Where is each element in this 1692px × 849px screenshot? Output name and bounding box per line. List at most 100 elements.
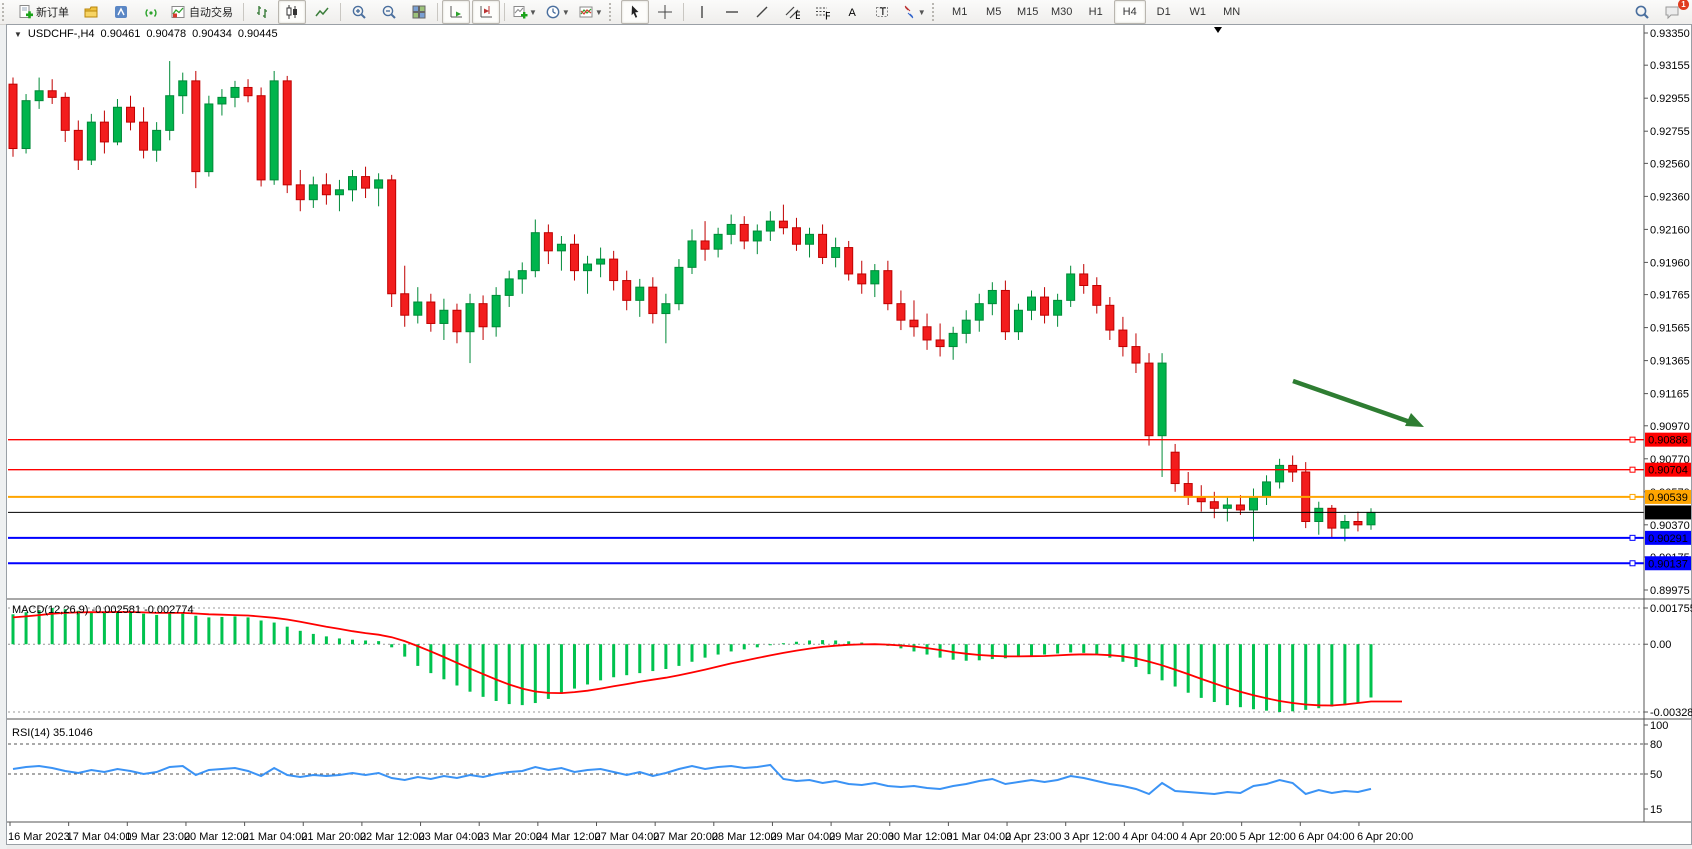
horizontal-line-icon: [724, 4, 740, 20]
svg-text:4 Apr 04:00: 4 Apr 04:00: [1122, 831, 1178, 843]
svg-text:6 Apr 20:00: 6 Apr 20:00: [1357, 831, 1413, 843]
equidistant-channel-button[interactable]: E: [778, 0, 806, 24]
new-order-icon: [17, 4, 33, 20]
svg-text:4 Apr 20:00: 4 Apr 20:00: [1181, 831, 1237, 843]
svg-text:30 Mar 12:00: 30 Mar 12:00: [888, 831, 953, 843]
trendline-icon: [754, 4, 770, 20]
svg-text:0.92755: 0.92755: [1650, 126, 1690, 138]
svg-text:T: T: [879, 6, 886, 18]
svg-text:27 Mar 20:00: 27 Mar 20:00: [653, 831, 718, 843]
templates-button[interactable]: ▼: [575, 0, 606, 24]
svg-text:0.90970: 0.90970: [1650, 421, 1690, 433]
autotrading-button[interactable]: 自动交易: [167, 0, 239, 24]
svg-text:3 Apr 12:00: 3 Apr 12:00: [1064, 831, 1120, 843]
profiles-icon: [83, 4, 99, 20]
profiles-button[interactable]: [77, 0, 105, 24]
main-toolbar: 新订单 自动交易 ▼ ▼: [0, 0, 1692, 25]
svg-text:23 Mar 04:00: 23 Mar 04:00: [419, 831, 484, 843]
svg-text:6 Apr 04:00: 6 Apr 04:00: [1298, 831, 1354, 843]
autotrading-icon: [170, 4, 186, 20]
svg-text:5 Apr 12:00: 5 Apr 12:00: [1240, 831, 1296, 843]
arrows-button[interactable]: ▼: [898, 0, 929, 24]
svg-text:F: F: [825, 11, 830, 21]
timeframe-group: M1M5M15M30H1H4D1W1MN: [943, 0, 1249, 24]
price-chart[interactable]: 0.933500.931550.929550.927550.925600.923…: [0, 24, 1692, 849]
zoom-in-button[interactable]: [345, 0, 373, 24]
periods-button[interactable]: ▼: [542, 0, 573, 24]
crosshair-button[interactable]: [651, 0, 679, 24]
vertical-line-button[interactable]: [688, 0, 716, 24]
svg-text:0.93155: 0.93155: [1650, 60, 1690, 72]
svg-text:0.90445: 0.90445: [1648, 507, 1688, 519]
chart-shift-button[interactable]: [472, 0, 500, 24]
bar-chart-button[interactable]: [248, 0, 276, 24]
timeframe-d1-button[interactable]: D1: [1148, 0, 1180, 24]
toolbar-grip[interactable]: [2, 3, 9, 21]
candlestick-chart-button[interactable]: [278, 0, 306, 24]
svg-text:-0.003284: -0.003284: [1650, 707, 1692, 719]
metaeditor-button[interactable]: [107, 0, 135, 24]
svg-text:29 Mar 20:00: 29 Mar 20:00: [829, 831, 894, 843]
svg-text:A: A: [848, 7, 856, 19]
svg-text:0.92955: 0.92955: [1650, 93, 1690, 105]
horizontal-line-button[interactable]: [718, 0, 746, 24]
tile-windows-button[interactable]: [405, 0, 433, 24]
fibonacci-button[interactable]: F: [808, 0, 836, 24]
macd-label: MACD(12,26,9) -0.002581 -0.002774: [12, 604, 194, 616]
zoom-out-button[interactable]: [375, 0, 403, 24]
chart-menu-caret-icon[interactable]: ▼: [14, 30, 22, 39]
timeframe-m30-button[interactable]: M30: [1046, 0, 1078, 24]
signals-icon: [143, 4, 159, 20]
indicators-icon: [512, 4, 528, 20]
timeframe-mn-button[interactable]: MN: [1216, 0, 1248, 24]
auto-scroll-button[interactable]: [442, 0, 470, 24]
svg-text:0.91365: 0.91365: [1650, 356, 1690, 368]
signals-button[interactable]: [137, 0, 165, 24]
text-button[interactable]: A: [838, 0, 866, 24]
svg-text:0.91565: 0.91565: [1650, 323, 1690, 335]
text-label-button[interactable]: T: [868, 0, 896, 24]
chart-window-title: ▼ USDCHF-,H4 0.90461 0.90478 0.90434 0.9…: [14, 28, 278, 40]
svg-text:0.92560: 0.92560: [1650, 158, 1690, 170]
timeframe-m1-button[interactable]: M1: [944, 0, 976, 24]
chat-badge: 1: [1678, 0, 1689, 10]
chat-button[interactable]: 1: [1658, 0, 1686, 24]
cursor-icon: [627, 4, 643, 20]
toolbar-separator: [504, 3, 505, 21]
new-order-button[interactable]: 新订单: [14, 0, 75, 24]
timeframe-h1-button[interactable]: H1: [1080, 0, 1112, 24]
cursor-button[interactable]: [621, 0, 649, 24]
line-chart-button[interactable]: [308, 0, 336, 24]
timeframe-w1-button[interactable]: W1: [1182, 0, 1214, 24]
quote-high: 0.90478: [146, 28, 186, 40]
timeframe-m5-button[interactable]: M5: [978, 0, 1010, 24]
svg-text:2 Apr 23:00: 2 Apr 23:00: [1005, 831, 1061, 843]
line-chart-icon: [314, 4, 330, 20]
svg-text:19 Mar 23:00: 19 Mar 23:00: [125, 831, 190, 843]
svg-text:100: 100: [1650, 720, 1668, 732]
search-button[interactable]: [1628, 0, 1656, 24]
toolbar-separator: [243, 3, 244, 21]
trendline-button[interactable]: [748, 0, 776, 24]
svg-text:MACD(12,26,9) -0.002581 -0.002: MACD(12,26,9) -0.002581 -0.002774: [12, 604, 194, 616]
crosshair-icon: [657, 4, 673, 20]
indicators-button[interactable]: ▼: [509, 0, 540, 24]
timeframe-m15-button[interactable]: M15: [1012, 0, 1044, 24]
new-order-label: 新订单: [36, 4, 69, 20]
tile-windows-icon: [411, 4, 427, 20]
chevron-down-icon: ▼: [529, 8, 537, 17]
quote-low: 0.90434: [192, 28, 232, 40]
quote-open: 0.90461: [101, 28, 141, 40]
chevron-down-icon: ▼: [562, 8, 570, 17]
quote-close: 0.90445: [238, 28, 278, 40]
timeframe-h4-button[interactable]: H4: [1114, 0, 1146, 24]
svg-text:0.89975: 0.89975: [1650, 585, 1690, 597]
autotrading-label: 自动交易: [189, 4, 233, 20]
chevron-down-icon: ▼: [918, 8, 926, 17]
toolbar-grip[interactable]: [609, 3, 616, 21]
svg-text:0.91960: 0.91960: [1650, 257, 1690, 269]
chevron-down-icon: ▼: [595, 8, 603, 17]
svg-text:21 Mar 04:00: 21 Mar 04:00: [243, 831, 308, 843]
toolbar-grip[interactable]: [932, 3, 939, 21]
svg-text:50: 50: [1650, 769, 1662, 781]
